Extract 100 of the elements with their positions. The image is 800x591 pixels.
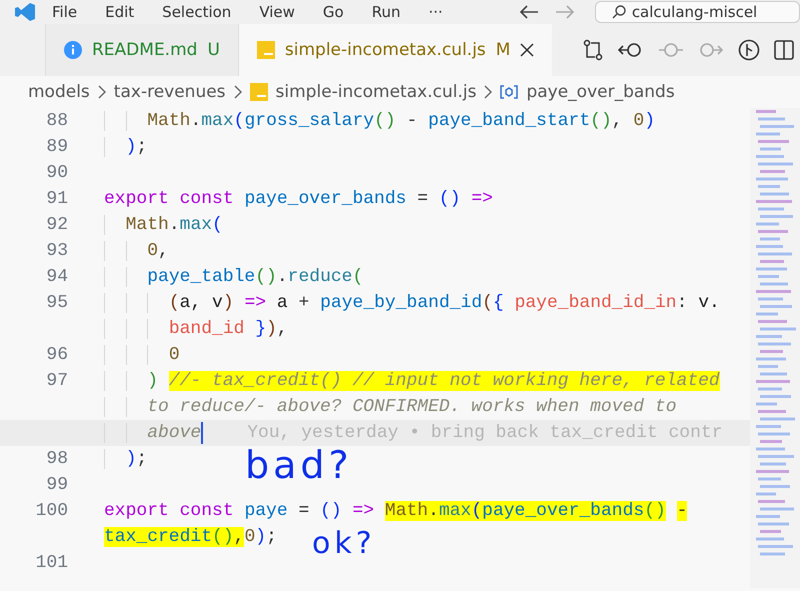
- code-token: Math: [104, 108, 190, 134]
- code-token: reduce: [288, 266, 352, 289]
- code-token: ;: [136, 448, 148, 471]
- code-token: a, v: [180, 292, 223, 315]
- line-number: 96: [45, 344, 69, 367]
- code-token: (): [255, 266, 277, 289]
- close-icon[interactable]: [520, 43, 534, 57]
- menu-item[interactable]: Run: [360, 3, 412, 21]
- text-cursor: [201, 422, 204, 444]
- line-number: 90: [45, 162, 69, 185]
- menu-item[interactable]: Edit: [93, 3, 146, 21]
- code-token: (: [234, 110, 244, 133]
- breadcrumb-item[interactable]: models: [28, 82, 90, 102]
- js-file-icon: [250, 83, 268, 101]
- line-number: 89: [45, 136, 69, 159]
- code-token: (: [482, 292, 493, 315]
- code-token: +: [298, 292, 310, 315]
- menu-item[interactable]: Selection: [150, 3, 244, 21]
- app-logo-icon[interactable]: [14, 2, 36, 22]
- breadcrumb-item[interactable]: simple-incometax.cul.js: [276, 82, 476, 102]
- code-token: =: [416, 188, 430, 211]
- code-token: a: [276, 292, 288, 315]
- line-number: 93: [45, 240, 69, 263]
- code-token: paye_band_id_in: [514, 292, 677, 315]
- code-token: 0: [104, 342, 180, 368]
- code-token: 0: [633, 110, 644, 133]
- line-number: 95: [45, 292, 69, 315]
- code-token: ,: [276, 318, 288, 341]
- code-token: Math: [104, 212, 169, 238]
- code-token: {: [492, 292, 505, 315]
- code-token: (: [352, 266, 364, 289]
- code-token: ): [255, 526, 266, 549]
- js-file-icon: [256, 41, 275, 59]
- menu-item[interactable]: View: [247, 3, 307, 21]
- info-icon: [64, 41, 82, 59]
- code-token: .: [276, 266, 288, 289]
- code-token: paye: [244, 500, 288, 523]
- code-token: 0: [104, 238, 158, 264]
- code-token: (): [374, 110, 396, 133]
- code-token: Math: [384, 500, 428, 523]
- branch-circle-icon[interactable]: [738, 39, 760, 61]
- line-number: 91: [45, 188, 69, 211]
- line-number: 98: [45, 448, 69, 471]
- code-comment: to reduce/- above? CONFIRMED. works when moved to: [104, 394, 677, 420]
- code-token: =>: [243, 292, 268, 315]
- breadcrumb-item[interactable]: tax-revenues: [114, 82, 226, 102]
- code-token: }: [254, 318, 266, 341]
- editor-tab[interactable]: simple-incometax.cul.js M: [238, 24, 552, 76]
- code-token: ): [104, 446, 136, 472]
- code-token: -: [676, 500, 688, 523]
- code-token: (: [471, 500, 482, 523]
- code-comment: above: [104, 420, 202, 446]
- code-token: (): [644, 500, 666, 523]
- circle-dot-icon[interactable]: [658, 41, 684, 59]
- code-token: export const: [104, 188, 235, 211]
- code-token: ;: [136, 136, 148, 159]
- line-number: 100: [34, 500, 69, 523]
- code-token: :: [676, 292, 688, 315]
- symbol-icon: [500, 84, 518, 100]
- code-token: band_id: [104, 316, 244, 342]
- code-token: .: [190, 110, 202, 133]
- line-number: 92: [45, 214, 69, 237]
- breadcrumb-item[interactable]: paye_over_bands: [526, 82, 675, 102]
- code-token: ,: [612, 110, 624, 133]
- code-comment: //- tax_credit() // input not working here, related: [168, 370, 720, 393]
- line-number: 101: [34, 552, 69, 575]
- compare-changes-icon[interactable]: [582, 39, 604, 61]
- menu-item[interactable]: ···: [416, 3, 455, 21]
- menu-item[interactable]: File: [40, 3, 90, 21]
- code-token: ,: [234, 526, 244, 549]
- chevron-icon: [98, 85, 106, 99]
- line-number: 88: [45, 110, 69, 133]
- code-token: ;: [266, 526, 277, 549]
- handwritten-note: ok?: [312, 526, 376, 561]
- editor-tab[interactable]: README.md U: [45, 24, 238, 76]
- code-token: 0: [244, 526, 256, 549]
- code-token: export const: [104, 500, 235, 523]
- code-token: (): [438, 188, 460, 211]
- code-token: ): [644, 110, 655, 133]
- code-token: paye_over_bands: [244, 188, 406, 211]
- code-token: tax_credit: [104, 526, 212, 549]
- code-token: .: [168, 214, 180, 237]
- search-field[interactable]: calculang-miscel: [594, 1, 800, 23]
- split-editor-icon[interactable]: [774, 40, 794, 60]
- code-token: (: [104, 290, 180, 316]
- code-token: max: [438, 500, 472, 523]
- code-token: paye_table: [104, 264, 256, 290]
- code-token: paye_band_start: [428, 110, 590, 133]
- code-token: (: [212, 214, 223, 237]
- code-token: ): [104, 368, 169, 394]
- code-token: max: [180, 214, 212, 237]
- line-number: 99: [45, 474, 69, 497]
- code-token: v.: [698, 292, 720, 315]
- menu-item[interactable]: Go: [310, 3, 356, 21]
- code-token: =>: [470, 188, 493, 211]
- handwritten-note: bad?: [245, 446, 353, 484]
- code-token: .: [428, 500, 439, 523]
- code-token: (): [320, 500, 342, 523]
- back-arrow-icon[interactable]: [518, 5, 539, 19]
- code-token: ): [104, 134, 136, 160]
